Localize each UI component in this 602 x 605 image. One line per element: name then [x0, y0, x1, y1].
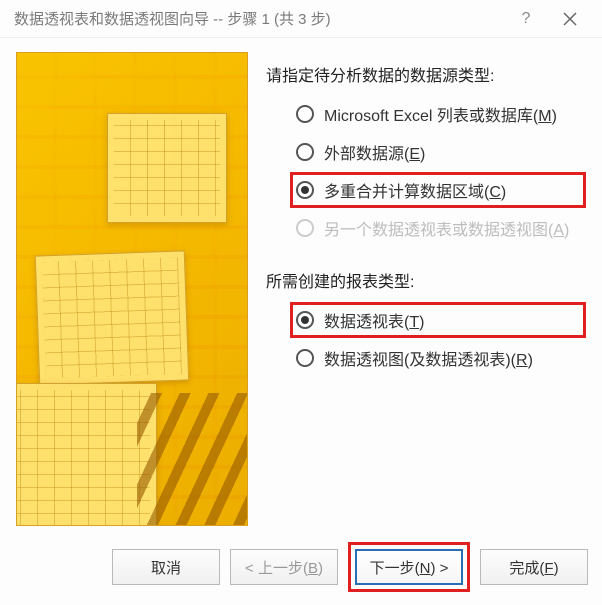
titlebar: 数据透视表和数据透视图向导 -- 步骤 1 (共 3 步) ?: [0, 0, 602, 38]
source-type-label: 请指定待分析数据的数据源类型:: [266, 62, 586, 86]
radio-label: Microsoft Excel 列表或数据库(M): [324, 102, 557, 126]
help-button[interactable]: ?: [504, 4, 548, 34]
report-type-label: 所需创建的报表类型:: [266, 268, 586, 292]
radio-pivot-table[interactable]: 数据透视表(T): [290, 302, 586, 338]
button-label: 下一步(N) >: [370, 557, 449, 578]
radio-icon: [296, 349, 314, 367]
radio-icon: [296, 219, 314, 237]
wizard-dialog: 数据透视表和数据透视图向导 -- 步骤 1 (共 3 步) ? 请指定待分析数据…: [0, 0, 602, 605]
button-bar: 取消 < 上一步(B) 下一步(N) > 完成(F): [0, 541, 602, 605]
radio-icon: [296, 181, 314, 199]
back-button: < 上一步(B): [230, 549, 338, 585]
close-icon: [563, 12, 577, 26]
button-label: < 上一步(B): [245, 557, 323, 578]
radio-excel-list[interactable]: Microsoft Excel 列表或数据库(M): [290, 96, 586, 132]
finish-button[interactable]: 完成(F): [480, 549, 588, 585]
wizard-graphic: [16, 52, 248, 526]
radio-external-source[interactable]: 外部数据源(E): [290, 134, 586, 170]
radio-label: 另一个数据透视表或数据透视图(A): [324, 216, 569, 240]
radio-another-pivot: 另一个数据透视表或数据透视图(A): [290, 210, 586, 246]
radio-pivot-chart[interactable]: 数据透视图(及数据透视表)(R): [290, 340, 586, 376]
window-title: 数据透视表和数据透视图向导 -- 步骤 1 (共 3 步): [14, 8, 504, 29]
radio-multiple-consolidation[interactable]: 多重合并计算数据区域(C): [290, 172, 586, 208]
radio-icon: [296, 105, 314, 123]
radio-icon: [296, 311, 314, 329]
button-label: 取消: [151, 557, 181, 578]
source-type-group: Microsoft Excel 列表或数据库(M) 外部数据源(E) 多重合并计…: [266, 96, 586, 246]
content-panel: 请指定待分析数据的数据源类型: Microsoft Excel 列表或数据库(M…: [266, 52, 586, 533]
close-button[interactable]: [548, 4, 592, 34]
radio-label: 多重合并计算数据区域(C): [324, 178, 506, 202]
radio-label: 数据透视图(及数据透视表)(R): [324, 346, 533, 370]
next-highlight: 下一步(N) >: [348, 542, 470, 592]
next-button[interactable]: 下一步(N) >: [355, 549, 463, 585]
button-label: 完成(F): [509, 557, 558, 578]
cancel-button[interactable]: 取消: [112, 549, 220, 585]
radio-label: 数据透视表(T): [324, 308, 424, 332]
report-type-group: 数据透视表(T) 数据透视图(及数据透视表)(R): [266, 302, 586, 376]
dialog-body: 请指定待分析数据的数据源类型: Microsoft Excel 列表或数据库(M…: [0, 38, 602, 541]
radio-icon: [296, 143, 314, 161]
radio-label: 外部数据源(E): [324, 140, 425, 164]
